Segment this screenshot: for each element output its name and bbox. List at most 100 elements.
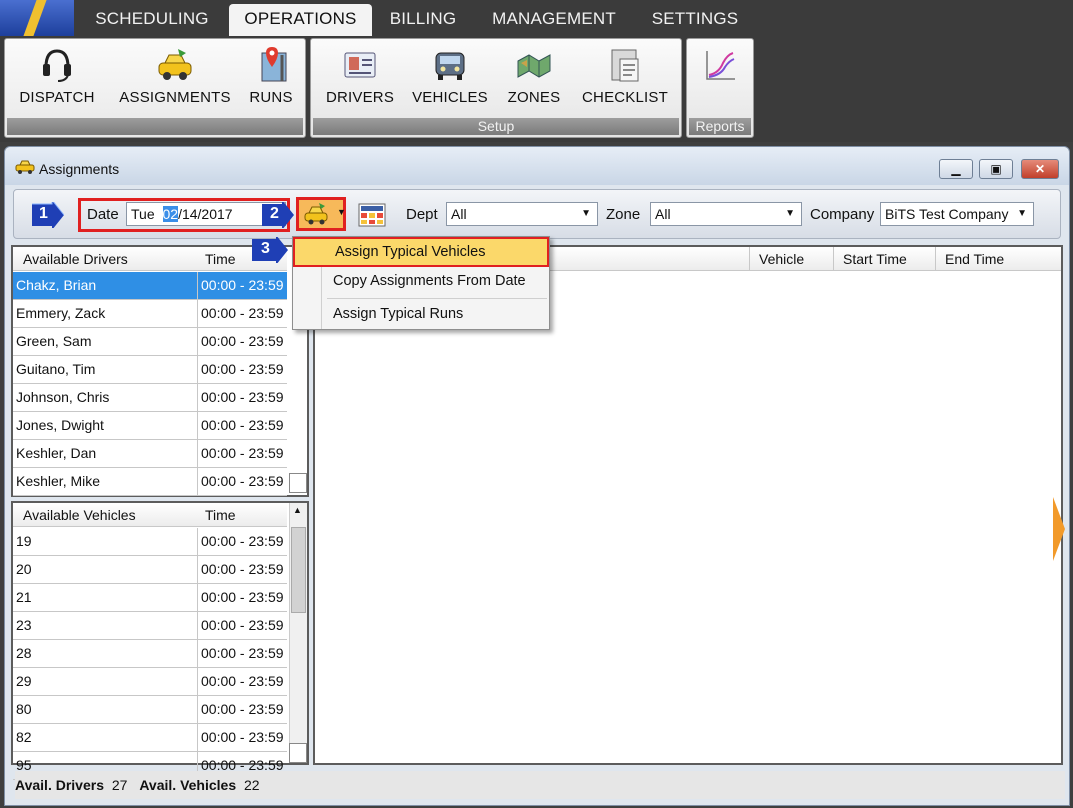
table-row[interactable]: Guitano, Tim 00:00 - 23:59 (13, 356, 287, 384)
table-row[interactable]: 20 00:00 - 23:59 (13, 556, 287, 584)
scroll-corner (289, 473, 307, 493)
drivers-time-cell: 00:00 - 23:59 (201, 445, 284, 461)
minimize-button[interactable]: ▁ (939, 159, 973, 179)
clipboard-icon (606, 47, 644, 83)
available-vehicles-header[interactable]: Available Vehicles (23, 503, 136, 527)
close-button[interactable]: ✕ (1021, 159, 1059, 179)
column-divider (833, 247, 834, 271)
step-3-label: 3 (261, 240, 270, 257)
vehicles-time-cell: 00:00 - 23:59 (201, 645, 284, 661)
scroll-up-icon[interactable]: ▲ (293, 505, 302, 515)
vehicle-column-header[interactable]: Vehicle (759, 247, 804, 271)
schedule-grid-icon[interactable] (358, 203, 386, 230)
cell-divider (197, 440, 198, 467)
dept-label: Dept (406, 206, 438, 223)
zone-value: All (655, 206, 671, 222)
cell-divider (197, 640, 198, 667)
table-row[interactable]: Johnson, Chris 00:00 - 23:59 (13, 384, 287, 412)
cell-divider (197, 384, 198, 411)
table-row[interactable]: Keshler, Mike 00:00 - 23:59 (13, 468, 287, 496)
date-rest: /14/2017 (178, 206, 233, 222)
cell-divider (197, 556, 198, 583)
table-row[interactable]: 29 00:00 - 23:59 (13, 668, 287, 696)
drivers-name-cell: Johnson, Chris (16, 389, 110, 405)
assignments-button[interactable]: ASSIGNMENTS (115, 47, 235, 106)
drivers-time-header[interactable]: Time (205, 247, 236, 271)
dept-value: All (451, 206, 467, 222)
window-titlebar: Assignments ▁ ▣ ✕ (5, 147, 1069, 185)
tab-billing[interactable]: BILLING (380, 4, 466, 34)
table-row[interactable]: Chakz, Brian 00:00 - 23:59 (13, 272, 287, 300)
company-select[interactable]: BiTS Test Company ▼ (880, 202, 1034, 226)
table-row[interactable]: Keshler, Dan 00:00 - 23:59 (13, 440, 287, 468)
zones-label: ZONES (507, 89, 561, 106)
drivers-name-cell: Guitano, Tim (16, 361, 96, 377)
table-row[interactable]: Emmery, Zack 00:00 - 23:59 (13, 300, 287, 328)
assign-dropdown-button[interactable]: ▼ (296, 197, 346, 231)
drivers-time-cell: 00:00 - 23:59 (201, 473, 284, 489)
drivers-button[interactable]: DRIVERS (321, 47, 399, 106)
car-icon (431, 47, 469, 83)
menu-separator (327, 298, 547, 299)
table-row[interactable]: 23 00:00 - 23:59 (13, 612, 287, 640)
maximize-button[interactable]: ▣ (979, 159, 1013, 179)
panel-expand-arrow-icon[interactable] (1053, 497, 1065, 564)
step-2-marker: 2 (262, 200, 294, 230)
reports-button[interactable] (695, 47, 745, 89)
scroll-thumb[interactable] (291, 527, 306, 613)
table-row[interactable]: 21 00:00 - 23:59 (13, 584, 287, 612)
cell-divider (197, 528, 198, 555)
drivers-time-cell: 00:00 - 23:59 (201, 417, 284, 433)
reports-group-label: Reports (689, 118, 751, 135)
ribbon: DISPATCH ASSIGNMENTS RUNS Setup DRIVERS (0, 36, 1073, 142)
avail-vehicles-label: Avail. Vehicles (139, 777, 237, 793)
table-row[interactable]: Green, Sam 00:00 - 23:59 (13, 328, 287, 356)
avail-drivers-label: Avail. Drivers (15, 777, 104, 793)
dispatch-label: DISPATCH (19, 89, 95, 106)
company-label: Company (810, 206, 875, 223)
drivers-name-cell: Keshler, Mike (16, 473, 101, 489)
tab-management[interactable]: MANAGEMENT (484, 4, 624, 34)
cell-divider (197, 328, 198, 355)
table-row[interactable]: 28 00:00 - 23:59 (13, 640, 287, 668)
table-row[interactable]: 80 00:00 - 23:59 (13, 696, 287, 724)
tab-scheduling[interactable]: SCHEDULING (84, 4, 220, 34)
vehicles-time-cell: 00:00 - 23:59 (201, 701, 284, 717)
drivers-time-cell: 00:00 - 23:59 (201, 277, 284, 293)
vehicles-button[interactable]: VEHICLES (409, 47, 491, 106)
scroll-corner (289, 743, 307, 763)
dispatch-button[interactable]: DISPATCH (15, 47, 99, 106)
assignments-label: ASSIGNMENTS (119, 89, 231, 106)
drivers-name-cell: Chakz, Brian (16, 277, 97, 293)
vehicles-time-header[interactable]: Time (205, 503, 236, 527)
runs-button[interactable]: RUNS (243, 47, 299, 106)
chevron-down-icon: ▼ (1017, 208, 1027, 219)
available-drivers-header[interactable]: Available Drivers (23, 247, 128, 271)
checklist-button[interactable]: CHECKLIST (577, 47, 673, 106)
zones-button[interactable]: ZONES (501, 47, 567, 106)
cell-divider (197, 356, 198, 383)
start-time-column-header[interactable]: Start Time (843, 247, 907, 271)
menu-item-copy-assignments[interactable]: Copy Assignments From Date (293, 267, 549, 295)
taxi-icon (15, 158, 35, 177)
tab-operations[interactable]: OPERATIONS (229, 4, 372, 37)
cell-divider (197, 412, 198, 439)
cell-divider (197, 668, 198, 695)
cell-divider (197, 300, 198, 327)
menu-item-assign-typical-vehicles[interactable]: Assign Typical Vehicles (293, 237, 549, 267)
window-title: Assignments (39, 161, 120, 177)
date-label: Date (87, 206, 119, 223)
vehicles-name-cell: 19 (16, 533, 32, 549)
vehicles-scrollbar[interactable]: ▲ (289, 503, 307, 743)
menu-item-assign-typical-runs[interactable]: Assign Typical Runs (293, 300, 549, 328)
zone-select[interactable]: All ▼ (650, 202, 802, 226)
vehicles-time-cell: 00:00 - 23:59 (201, 617, 284, 633)
end-time-column-header[interactable]: End Time (945, 247, 1004, 271)
cell-divider (197, 612, 198, 639)
table-row[interactable]: 82 00:00 - 23:59 (13, 724, 287, 752)
table-row[interactable]: Jones, Dwight 00:00 - 23:59 (13, 412, 287, 440)
column-divider (749, 247, 750, 271)
table-row[interactable]: 19 00:00 - 23:59 (13, 528, 287, 556)
dept-select[interactable]: All ▼ (446, 202, 598, 226)
tab-settings[interactable]: SETTINGS (642, 4, 748, 34)
